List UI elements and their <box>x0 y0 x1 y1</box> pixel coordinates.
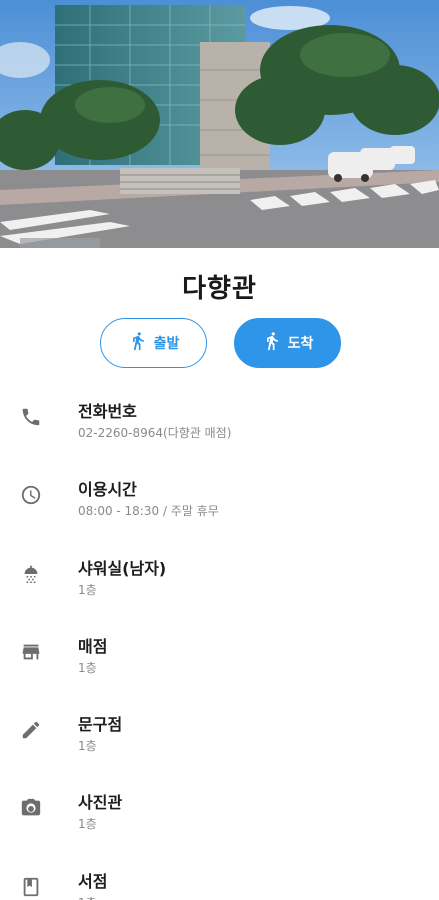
info-label: 문구점 <box>78 715 123 735</box>
info-value: 1층 <box>78 660 97 675</box>
building-photo <box>0 0 439 248</box>
info-label: 서점 <box>78 871 108 891</box>
info-row-store: 매점 1층 <box>0 615 439 693</box>
info-list: 전화번호 02-2260-8964(다향관 매점) 이용시간 08:00 - 1… <box>0 380 439 900</box>
place-title: 다향관 <box>182 274 257 304</box>
depart-label: 출발 <box>153 336 180 352</box>
info-label: 샤워실(남자) <box>78 558 167 578</box>
info-value: 02-2260-8964(다향관 매점) <box>78 426 232 440</box>
walk-icon <box>262 329 282 357</box>
info-label: 사진관 <box>78 793 123 813</box>
shower-icon <box>20 563 42 585</box>
info-value: 1층 <box>78 894 97 900</box>
info-row-shower: 샤워실(남자) 1층 <box>0 537 439 615</box>
clock-icon <box>20 484 42 506</box>
info-value: 1층 <box>78 739 97 754</box>
arrive-label: 도착 <box>287 336 314 352</box>
info-row-hours: 이용시간 08:00 - 18:30 / 주말 휴무 <box>0 458 439 536</box>
info-label: 전화번호 <box>78 402 137 421</box>
depart-button[interactable]: 출발 <box>100 318 207 368</box>
phone-icon <box>20 406 42 428</box>
camera-icon <box>20 797 42 819</box>
info-value: 08:00 - 18:30 / 주말 휴무 <box>78 504 219 519</box>
store-icon <box>20 641 42 663</box>
info-label: 이용시간 <box>78 480 137 500</box>
info-row-phone[interactable]: 전화번호 02-2260-8964(다향관 매점) <box>0 380 439 458</box>
arrive-button[interactable]: 도착 <box>234 318 341 368</box>
info-label: 매점 <box>78 636 108 656</box>
book-icon <box>20 876 42 898</box>
pencil-icon <box>20 719 42 741</box>
info-value: 1층 <box>78 817 97 832</box>
info-row-stationery: 문구점 1층 <box>0 693 439 771</box>
info-value: 1층 <box>78 582 97 597</box>
info-row-photo-studio: 사진관 1층 <box>0 771 439 849</box>
walk-icon <box>128 329 148 357</box>
info-row-bookstore: 서점 1층 <box>0 850 439 900</box>
